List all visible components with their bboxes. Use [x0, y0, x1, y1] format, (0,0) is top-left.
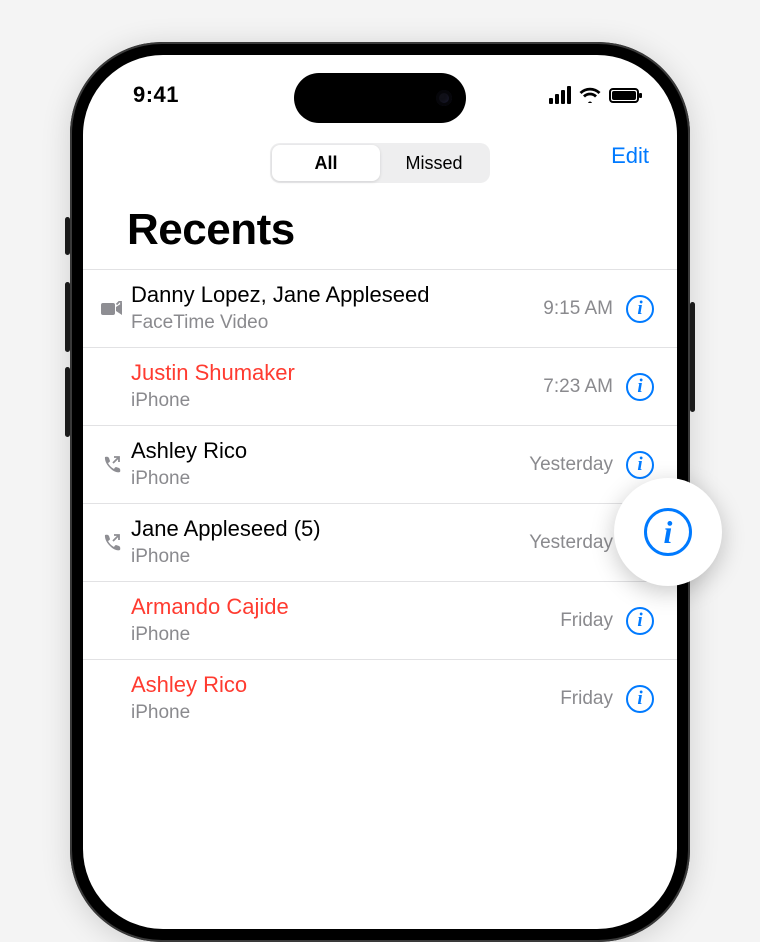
screen: 9:41 All Missed Edit Recents	[83, 55, 677, 929]
tab-missed[interactable]: Missed	[380, 145, 488, 181]
front-camera-icon	[436, 90, 452, 106]
call-time: Yesterday	[521, 454, 625, 476]
call-subtitle: iPhone	[131, 467, 521, 492]
call-row[interactable]: Jane Appleseed (5) iPhone Yesterday i	[83, 503, 677, 581]
info-icon-callout: i	[614, 478, 722, 586]
call-name: Justin Shumaker	[131, 359, 535, 387]
recents-list[interactable]: Danny Lopez, Jane Appleseed FaceTime Vid…	[83, 269, 677, 737]
call-name: Armando Cajide	[131, 593, 552, 621]
call-subtitle: iPhone	[131, 701, 552, 726]
volume-up-button[interactable]	[65, 282, 70, 352]
page-title: Recents	[83, 191, 677, 269]
video-outgoing-icon	[101, 301, 123, 317]
nav-header: All Missed Edit	[83, 135, 677, 191]
call-subtitle: FaceTime Video	[131, 311, 535, 336]
call-name: Jane Appleseed (5)	[131, 515, 521, 543]
call-row[interactable]: Danny Lopez, Jane Appleseed FaceTime Vid…	[83, 269, 677, 347]
call-name: Ashley Rico	[131, 671, 552, 699]
call-subtitle: iPhone	[131, 389, 535, 414]
dynamic-island	[294, 73, 466, 123]
call-row[interactable]: Ashley Rico iPhone Yesterday i	[83, 425, 677, 503]
call-time: Friday	[552, 610, 625, 632]
power-button[interactable]	[690, 302, 695, 412]
call-row[interactable]: Justin Shumaker iPhone 7:23 AM i	[83, 347, 677, 425]
call-time: Friday	[552, 688, 625, 710]
tab-all[interactable]: All	[272, 145, 380, 181]
wifi-icon	[579, 87, 601, 103]
segmented-control[interactable]: All Missed	[270, 143, 490, 183]
call-subtitle: iPhone	[131, 623, 552, 648]
call-time: Yesterday	[521, 532, 625, 554]
call-subtitle: iPhone	[131, 545, 521, 570]
info-icon[interactable]: i	[626, 451, 654, 479]
silence-switch[interactable]	[65, 217, 70, 255]
phone-outgoing-icon	[102, 455, 122, 475]
battery-icon	[609, 88, 639, 103]
phone-outgoing-icon	[102, 533, 122, 553]
volume-down-button[interactable]	[65, 367, 70, 437]
call-row[interactable]: Armando Cajide iPhone Friday i	[83, 581, 677, 659]
cellular-signal-icon	[549, 86, 571, 104]
call-name: Danny Lopez, Jane Appleseed	[131, 281, 535, 309]
call-row[interactable]: Ashley Rico iPhone Friday i	[83, 659, 677, 737]
status-time: 9:41	[133, 82, 179, 108]
call-time: 7:23 AM	[535, 376, 625, 398]
phone-frame: 9:41 All Missed Edit Recents	[70, 42, 690, 942]
call-time: 9:15 AM	[535, 298, 625, 320]
call-name: Ashley Rico	[131, 437, 521, 465]
info-icon[interactable]: i	[626, 607, 654, 635]
info-icon[interactable]: i	[644, 508, 692, 556]
info-icon[interactable]: i	[626, 295, 654, 323]
edit-button[interactable]: Edit	[611, 143, 649, 169]
info-icon[interactable]: i	[626, 373, 654, 401]
info-icon[interactable]: i	[626, 685, 654, 713]
